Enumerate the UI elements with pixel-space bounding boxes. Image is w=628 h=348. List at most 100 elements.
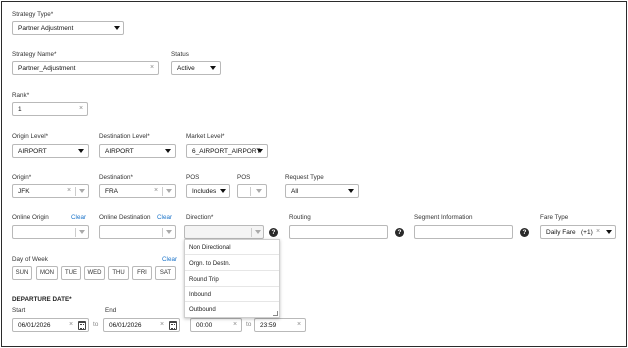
segment-information-input[interactable]	[414, 225, 513, 239]
rank-value: 1	[18, 106, 22, 113]
clear-icon[interactable]: ×	[150, 64, 154, 71]
direction-option-round-trip[interactable]: Round Trip	[185, 272, 279, 287]
segment-information-label: Segment Information	[414, 214, 473, 221]
chevron-down-icon	[114, 26, 120, 30]
chevron-down-icon	[210, 66, 216, 70]
pos-mode-select[interactable]: Includes	[186, 184, 230, 198]
request-type-value: All	[291, 188, 299, 195]
online-destination-select[interactable]	[99, 225, 176, 239]
direction-option-orgn-to-destn[interactable]: Orgn. to Destn.	[185, 256, 279, 271]
fare-type-select[interactable]: Daily Fare (+1) ×	[540, 225, 616, 239]
destination-level-select[interactable]: AIRPORT	[99, 144, 176, 158]
date-range-to: to	[93, 321, 99, 328]
chevron-down-icon	[166, 230, 172, 234]
online-destination-label: Online Destination	[99, 214, 151, 221]
day-of-week-clear-link[interactable]: Clear	[162, 256, 177, 263]
time-range-to: to	[246, 321, 252, 328]
direction-dropdown-menu: Non Directional Orgn. to Destn. Round Tr…	[184, 239, 280, 318]
strategy-type-label: Strategy Type*	[12, 11, 54, 18]
clear-icon[interactable]: ×	[79, 105, 83, 112]
market-level-value: 6_AIRPORT_AIRPORT	[192, 148, 261, 155]
rank-input[interactable]: 1 ×	[12, 102, 88, 116]
day-wed[interactable]: WED	[84, 266, 105, 280]
strategy-name-input[interactable]: Partner_Adjustment ×	[12, 61, 159, 75]
request-type-label: Request Type	[285, 174, 324, 181]
online-destination-clear-link[interactable]: Clear	[157, 214, 172, 221]
market-level-select[interactable]: 6_AIRPORT_AIRPORT	[186, 144, 268, 158]
separator	[250, 187, 251, 196]
chevron-down-icon	[220, 189, 226, 193]
departure-start-value: 06/01/2026	[18, 322, 51, 329]
day-sat[interactable]: SAT	[155, 266, 176, 280]
clear-icon[interactable]: ×	[160, 321, 164, 328]
calendar-icon[interactable]	[78, 321, 86, 330]
fare-type-value: Daily Fare	[546, 229, 576, 236]
chevron-down-icon	[78, 149, 84, 153]
clear-icon[interactable]: ×	[67, 187, 71, 194]
day-tue[interactable]: TUE	[61, 266, 81, 280]
clear-icon[interactable]: ×	[596, 228, 600, 235]
market-level-label: Market Level*	[186, 133, 225, 140]
departure-date-heading: DEPARTURE DATE*	[12, 296, 72, 303]
chevron-down-icon	[606, 230, 612, 234]
chevron-down-icon	[166, 189, 172, 193]
destination-label: Destination*	[99, 174, 133, 181]
origin-select[interactable]: JFK ×	[12, 184, 89, 198]
help-icon[interactable]: ?	[269, 228, 278, 237]
online-origin-select[interactable]	[12, 225, 89, 239]
day-of-week-label: Day of Week	[12, 256, 48, 263]
direction-select[interactable]	[184, 225, 264, 239]
separator	[162, 187, 163, 196]
fare-type-label: Fare Type	[540, 214, 569, 221]
departure-time-start-input[interactable]: 00:00 ×	[190, 318, 242, 332]
destination-level-value: AIRPORT	[105, 148, 134, 155]
chevron-down-icon	[257, 149, 263, 153]
direction-option-non-directional[interactable]: Non Directional	[185, 240, 279, 255]
online-origin-label: Online Origin	[12, 214, 49, 221]
clear-icon[interactable]: ×	[233, 321, 237, 328]
chevron-down-icon	[255, 230, 261, 234]
departure-start-date-input[interactable]: 06/01/2026 ×	[12, 318, 89, 332]
strategy-type-select[interactable]: Partner Adjustment	[12, 21, 124, 35]
pos-label: POS	[237, 174, 251, 181]
separator	[251, 228, 252, 237]
status-select[interactable]: Active	[171, 61, 221, 75]
direction-option-outbound[interactable]: Outbound	[185, 302, 279, 317]
day-mon[interactable]: MON	[36, 266, 58, 280]
destination-select[interactable]: FRA ×	[99, 184, 176, 198]
calendar-icon[interactable]	[169, 321, 177, 330]
separator	[162, 228, 163, 237]
direction-option-inbound[interactable]: Inbound	[185, 287, 279, 302]
clear-icon[interactable]: ×	[69, 321, 73, 328]
day-sun[interactable]: SUN	[12, 266, 32, 280]
origin-level-select[interactable]: AIRPORT	[12, 144, 89, 158]
direction-label: Direction*	[186, 214, 214, 221]
origin-value: JFK	[18, 188, 30, 195]
departure-end-date-input[interactable]: 06/01/2026 ×	[103, 318, 180, 332]
departure-end-label: End	[105, 307, 117, 314]
routing-label: Routing	[289, 214, 311, 221]
origin-level-value: AIRPORT	[18, 148, 47, 155]
day-fri[interactable]: FRI	[132, 266, 152, 280]
help-icon[interactable]: ?	[395, 228, 404, 237]
separator	[75, 228, 76, 237]
clear-icon[interactable]: ×	[297, 321, 301, 328]
online-origin-clear-link[interactable]: Clear	[71, 214, 86, 221]
pos-mode-value: Includes	[192, 188, 217, 195]
routing-input[interactable]	[289, 225, 388, 239]
clear-icon[interactable]: ×	[154, 187, 158, 194]
resize-handle-icon[interactable]	[273, 311, 278, 316]
status-label: Status	[171, 51, 189, 58]
destination-level-label: Destination Level*	[99, 133, 150, 140]
day-thu[interactable]: THU	[108, 266, 129, 280]
departure-end-value: 06/01/2026	[109, 322, 142, 329]
help-icon[interactable]: ?	[520, 228, 529, 237]
fare-type-extra-count: (+1)	[581, 229, 593, 236]
strategy-name-label: Strategy Name*	[12, 51, 57, 58]
request-type-select[interactable]: All	[285, 184, 359, 198]
chevron-down-icon	[79, 230, 85, 234]
pos-select[interactable]	[237, 184, 267, 198]
chevron-down-icon	[165, 149, 171, 153]
departure-time-end-input[interactable]: 23:59 ×	[254, 318, 306, 332]
origin-level-label: Origin Level*	[12, 133, 49, 140]
